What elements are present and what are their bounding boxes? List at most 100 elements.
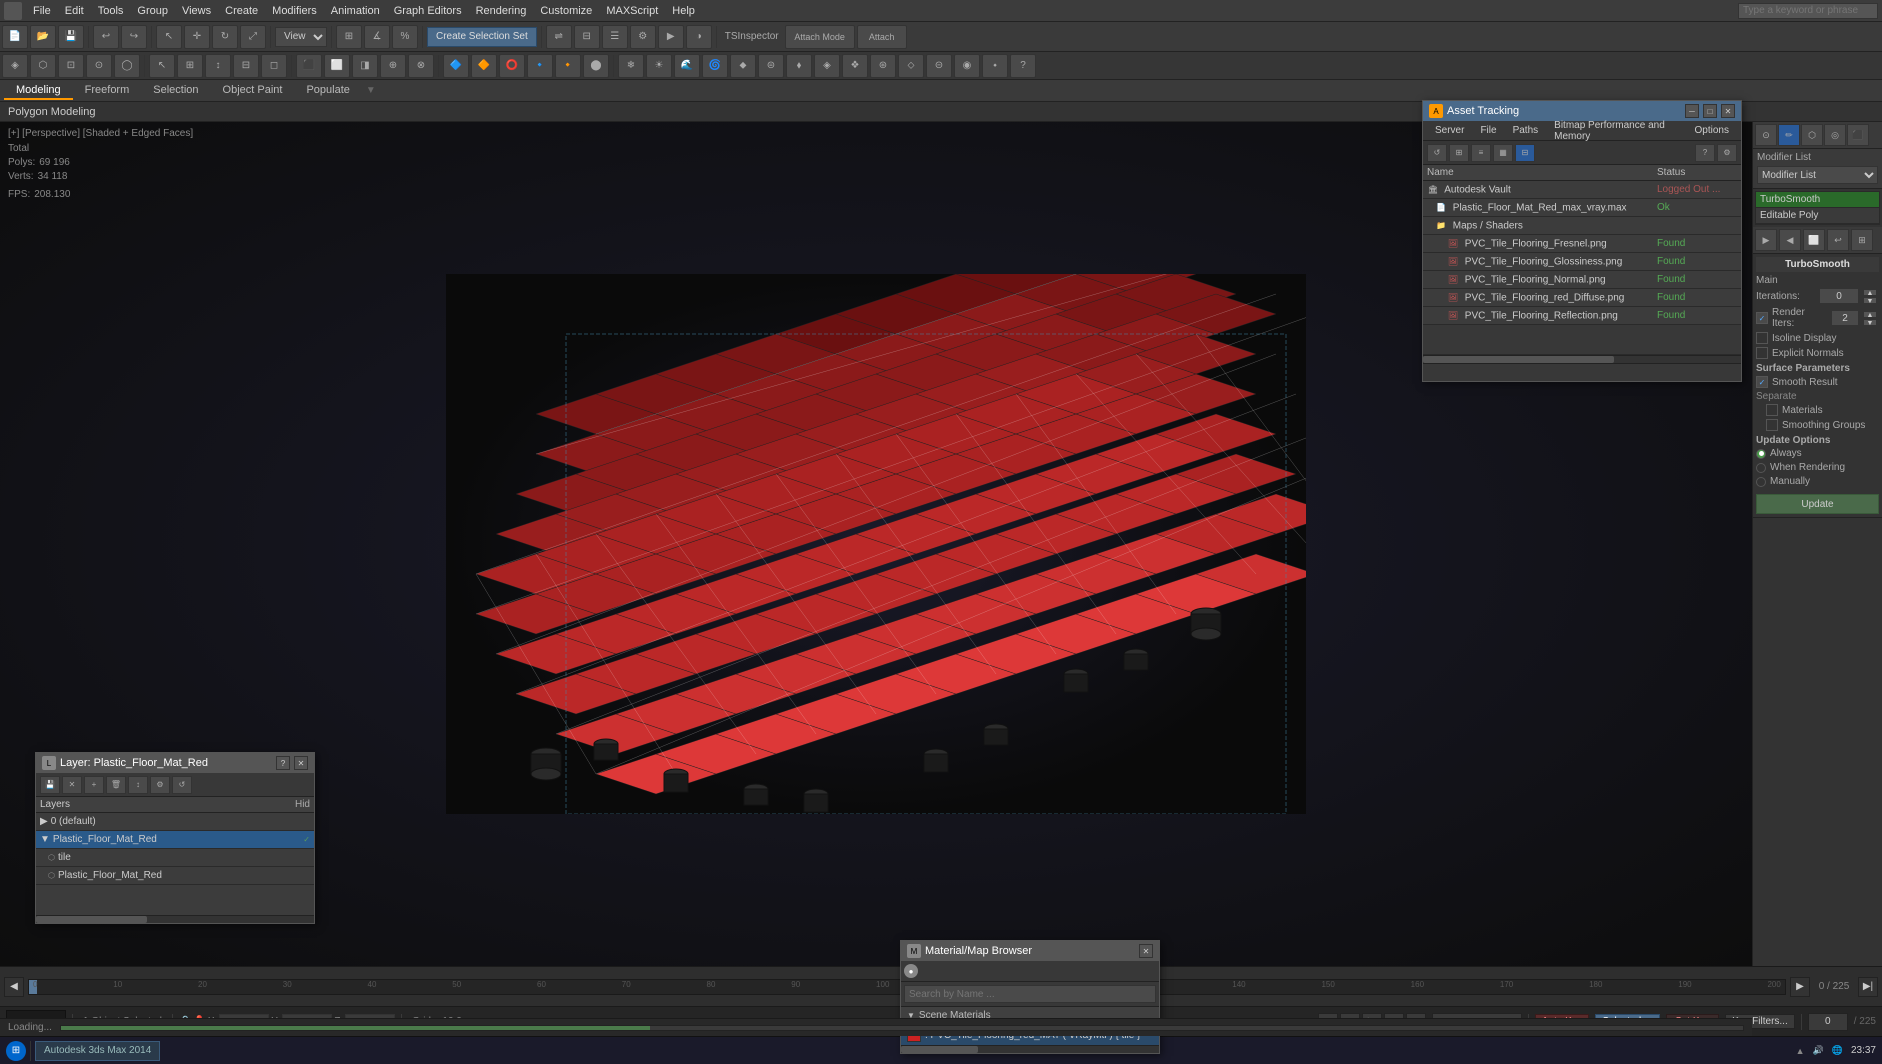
asset-row-maps[interactable]: 📁 Maps / Shaders (1423, 217, 1741, 235)
t2-btn18[interactable]: ⭕ (499, 54, 525, 78)
mod-icon-1[interactable]: ▶ (1755, 229, 1777, 251)
tab-populate[interactable]: Populate (294, 82, 361, 100)
at-menu-paths[interactable]: Paths (1505, 123, 1547, 138)
menu-help[interactable]: Help (665, 3, 702, 19)
t2-btn34[interactable]: ◉ (954, 54, 980, 78)
at-menu-bitmap[interactable]: Bitmap Performance and Memory (1546, 118, 1686, 144)
at-btn5[interactable]: ⊟ (1515, 144, 1535, 162)
lt-new-btn[interactable]: + (84, 776, 104, 794)
asset-row-vault[interactable]: 🏛 Autodesk Vault Logged Out ... (1423, 181, 1741, 199)
t2-btn4[interactable]: ⊙ (86, 54, 112, 78)
percent-snap-btn[interactable]: % (392, 25, 418, 49)
at-menu-options[interactable]: Options (1687, 123, 1737, 138)
menu-graph-editors[interactable]: Graph Editors (387, 3, 469, 19)
asset-row-max[interactable]: 📄 Plastic_Floor_Mat_Red_max_vray.max Ok (1423, 199, 1741, 217)
active-shade-btn[interactable]: ◑ (686, 25, 712, 49)
modifier-turbosmooth[interactable]: TurboSmooth (1756, 192, 1879, 208)
view-dropdown[interactable]: View (275, 27, 327, 47)
layers-scrollbar[interactable] (36, 915, 314, 923)
t2-btn5[interactable]: ◯ (114, 54, 140, 78)
t2-btn6[interactable]: ↖ (149, 54, 175, 78)
matmap-search-input[interactable] (904, 985, 1156, 1003)
lt-delete-btn[interactable]: 🗑 (106, 776, 126, 794)
layer-btn[interactable]: ☰ (602, 25, 628, 49)
t2-btn19[interactable]: 🔹 (527, 54, 553, 78)
smoothing-checkbox[interactable] (1766, 419, 1778, 431)
align-btn[interactable]: ⊟ (574, 25, 600, 49)
mod-icon-5[interactable]: ⊞ (1851, 229, 1873, 251)
prop-icon-1[interactable]: ⊙ (1755, 124, 1777, 146)
layers-close[interactable]: ✕ (294, 756, 308, 770)
snap-btn[interactable]: ⊞ (336, 25, 362, 49)
angle-snap-btn[interactable]: ∡ (364, 25, 390, 49)
prop-icon-5[interactable]: ⬛ (1847, 124, 1869, 146)
t2-btn14[interactable]: ⊕ (380, 54, 406, 78)
asset-row-glossiness[interactable]: 🖼 PVC_Tile_Flooring_Glossiness.png Found (1423, 253, 1741, 271)
attach-mode-btn[interactable]: Attach Mode (785, 25, 855, 49)
t2-btn11[interactable]: ⬛ (296, 54, 322, 78)
open-btn[interactable]: 📂 (30, 25, 56, 49)
t2-btn32[interactable]: ⬦ (898, 54, 924, 78)
layer-default-expand[interactable]: ▶ (40, 816, 48, 827)
smooth-checkbox[interactable]: ✓ (1756, 376, 1768, 388)
mod-icon-3[interactable]: ⬜ (1803, 229, 1825, 251)
t2-btn30[interactable]: ❖ (842, 54, 868, 78)
layer-row-plastic2[interactable]: ⬡ Plastic_Floor_Mat_Red (36, 867, 314, 885)
t2-btn9[interactable]: ⊟ (233, 54, 259, 78)
at-btn2[interactable]: ⊞ (1449, 144, 1469, 162)
at-menu-file[interactable]: File (1472, 123, 1504, 138)
asset-tracking-close[interactable]: ✕ (1721, 104, 1735, 118)
render-iters-input[interactable] (1831, 310, 1859, 326)
asset-row-diffuse[interactable]: 🖼 PVC_Tile_Flooring_red_Diffuse.png Foun… (1423, 289, 1741, 307)
start-button[interactable]: ⊞ (6, 1041, 26, 1061)
t2-btn26[interactable]: ⬥ (730, 54, 756, 78)
asset-scrollbar[interactable] (1423, 355, 1741, 363)
t2-btn17[interactable]: 🔶 (471, 54, 497, 78)
menu-views[interactable]: Views (175, 3, 218, 19)
t2-btn35[interactable]: ⬩ (982, 54, 1008, 78)
menu-maxscript[interactable]: MAXScript (599, 3, 665, 19)
when-rendering-radio[interactable] (1756, 463, 1766, 473)
tab-modeling[interactable]: Modeling (4, 82, 73, 100)
scale-btn[interactable]: ⤢ (240, 25, 266, 49)
prop-icon-2[interactable]: ✏ (1778, 124, 1800, 146)
lt-save-btn[interactable]: 💾 (40, 776, 60, 794)
iterations-input[interactable] (1819, 288, 1859, 304)
t2-btn24[interactable]: 🌊 (674, 54, 700, 78)
menu-customize[interactable]: Customize (533, 3, 599, 19)
t2-btn7[interactable]: ⊞ (177, 54, 203, 78)
matmap-scrollbar[interactable] (901, 1045, 1159, 1053)
timeline-last-frame[interactable]: ▶| (1858, 977, 1878, 997)
t2-btn8[interactable]: ↕ (205, 54, 231, 78)
rotate-btn[interactable]: ↻ (212, 25, 238, 49)
matmap-close[interactable]: ✕ (1139, 944, 1153, 958)
menu-rendering[interactable]: Rendering (469, 3, 534, 19)
menu-tools[interactable]: Tools (91, 3, 131, 19)
save-btn[interactable]: 💾 (58, 25, 84, 49)
t2-btn15[interactable]: ⊗ (408, 54, 434, 78)
render-iters-checkbox[interactable]: ✓ (1756, 312, 1768, 324)
materials-checkbox[interactable] (1766, 404, 1778, 416)
menu-modifiers[interactable]: Modifiers (265, 3, 324, 19)
iter-up[interactable]: ▲ (1863, 289, 1877, 296)
layer-row-plastic[interactable]: ▼ Plastic_Floor_Mat_Red ✓ (36, 831, 314, 849)
layer-plastic-expand[interactable]: ▼ (40, 834, 50, 845)
timeline-left-arrow[interactable]: ◀ (4, 977, 24, 997)
t2-btn36[interactable]: ? (1010, 54, 1036, 78)
mod-icon-4[interactable]: ↩ (1827, 229, 1849, 251)
manually-radio[interactable] (1756, 477, 1766, 487)
timeline-right-arrow[interactable]: ▶ (1790, 977, 1810, 997)
t2-btn20[interactable]: 🔸 (555, 54, 581, 78)
prop-icon-3[interactable]: ⬡ (1801, 124, 1823, 146)
t2-btn33[interactable]: ⊝ (926, 54, 952, 78)
prop-icon-4[interactable]: ◎ (1824, 124, 1846, 146)
iter-down[interactable]: ▼ (1863, 297, 1877, 304)
select-btn[interactable]: ↖ (156, 25, 182, 49)
at-btn4[interactable]: ▦ (1493, 144, 1513, 162)
t2-btn13[interactable]: ◨ (352, 54, 378, 78)
render-btn[interactable]: ▶ (658, 25, 684, 49)
ri-up[interactable]: ▲ (1863, 311, 1877, 318)
move-btn[interactable]: ✛ (184, 25, 210, 49)
top-search-input[interactable] (1738, 3, 1878, 19)
update-button[interactable]: Update (1756, 494, 1879, 514)
